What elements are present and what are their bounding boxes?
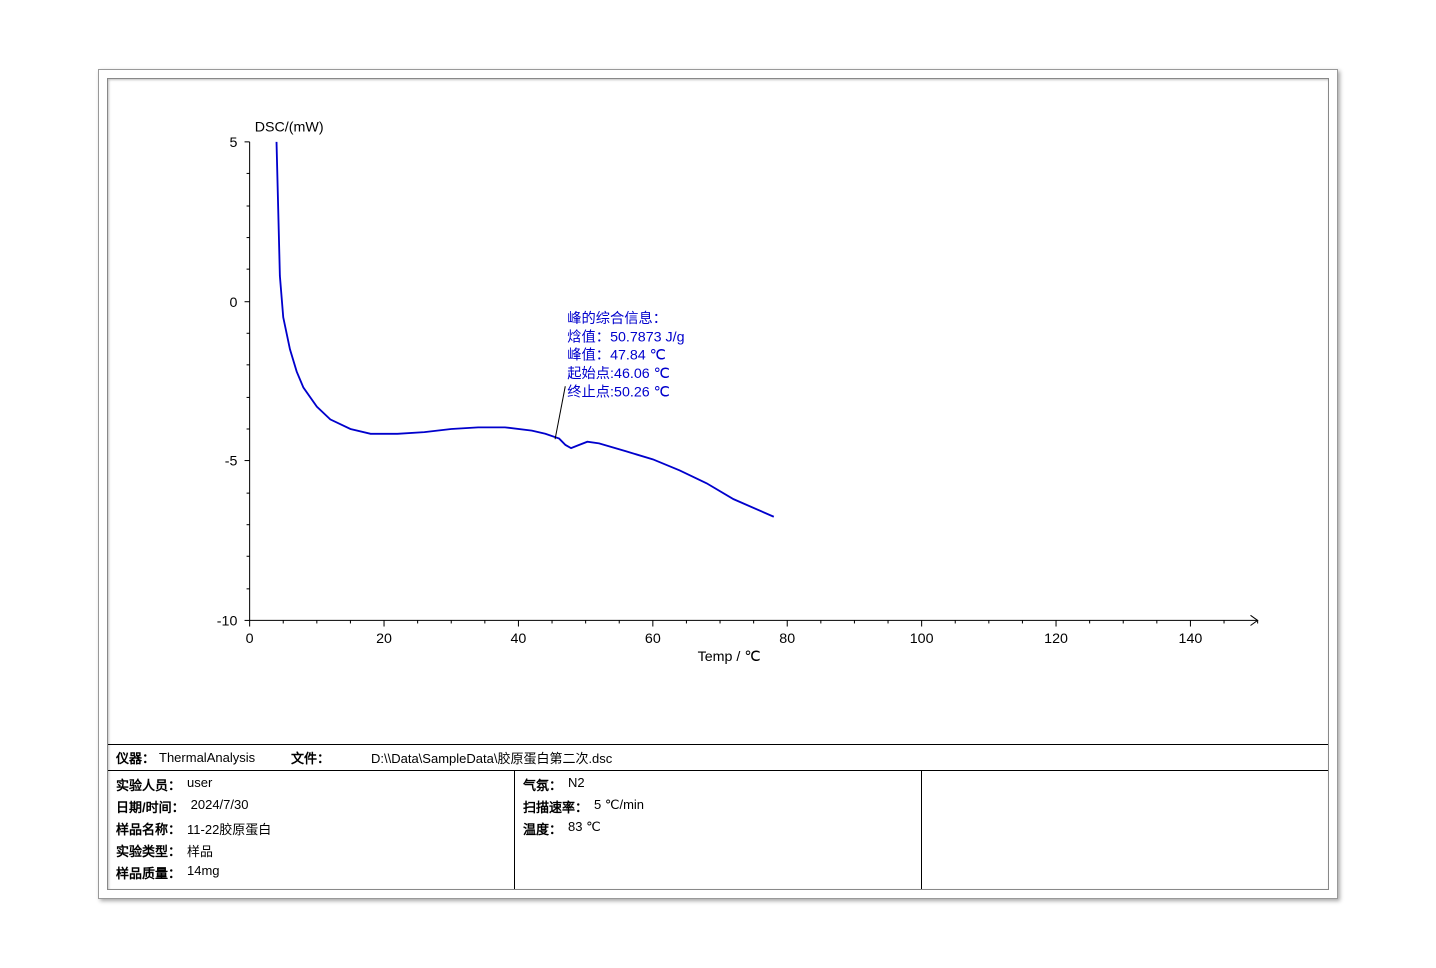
details-col-2: 气氛： N2 扫描速率： 5 ℃/min 温度： 83 ℃ (515, 771, 922, 889)
temperature-label: 温度： (523, 819, 562, 838)
details-col-1: 实验人员： user 日期/时间： 2024/7/30 样品名称： 11-22胶原蛋白… (108, 771, 515, 889)
ytick-m5: -5 (225, 454, 238, 470)
info-table: 仪器： ThermalAnalysis 文件： D:\\Data\SampleD… (108, 744, 1328, 889)
details-col-3 (922, 771, 1328, 889)
atmosphere-value: N2 (568, 775, 585, 794)
dsc-chart-svg: -10 -5 0 5 (158, 89, 1278, 714)
svg-text:焓值：50.7873 J/g: 焓值：50.7873 J/g (567, 328, 684, 345)
sample-name-value: 11-22胶原蛋白 (187, 819, 271, 838)
peak-value: 47.84 ℃ (610, 348, 666, 364)
sample-mass-value: 14mg (187, 863, 220, 882)
scan-rate-value: 5 ℃/min (594, 797, 644, 816)
scan-rate-label: 扫描速率： (523, 797, 588, 816)
onset-value: 46.06 ℃ (614, 366, 670, 382)
svg-text:80: 80 (779, 631, 795, 647)
header-row: 仪器： ThermalAnalysis 文件： D:\\Data\SampleD… (108, 745, 1328, 771)
svg-text:起始点:46.06 ℃: 起始点:46.06 ℃ (567, 365, 669, 382)
svg-text:120: 120 (1044, 631, 1068, 647)
dsc-curve (277, 142, 774, 517)
onset-label: 起始点: (567, 365, 614, 382)
operator-label: 实验人员： (116, 775, 181, 794)
svg-text:峰的综合信息：: 峰的综合信息： (567, 310, 667, 327)
svg-text:140: 140 (1179, 631, 1203, 647)
peak-callout-line (555, 386, 565, 439)
ytick-m10: -10 (217, 614, 238, 630)
instrument-value: ThermalAnalysis (159, 750, 255, 765)
file-label: 文件： (291, 748, 330, 767)
peak-title: 峰的综合信息： (567, 310, 667, 327)
ytick-5: 5 (229, 135, 237, 151)
svg-text:0: 0 (246, 631, 254, 647)
svg-text:100: 100 (910, 631, 934, 647)
temperature-value: 83 ℃ (568, 819, 601, 838)
svg-text:40: 40 (511, 631, 527, 647)
outer-frame: -10 -5 0 5 (98, 69, 1338, 899)
instrument-label: 仪器： (116, 748, 155, 767)
x-ticks: 0 20 40 60 80 100 120 140 (246, 620, 1258, 646)
svg-text:60: 60 (645, 631, 661, 647)
date-label: 日期/时间： (116, 797, 185, 816)
svg-text:峰值：47.84 ℃: 峰值：47.84 ℃ (567, 347, 665, 364)
exp-type-value: 样品 (187, 841, 213, 860)
chart-area: -10 -5 0 5 (108, 79, 1328, 744)
date-value: 2024/7/30 (191, 797, 249, 816)
svg-text:20: 20 (376, 631, 392, 647)
endset-value: 50.26 ℃ (614, 384, 670, 400)
enthalpy-label: 焓值： (567, 328, 610, 345)
peak-annotation: 峰的综合信息： 焓值：50.7873 J/g 峰值：47.84 ℃ 起始点:46… (567, 310, 684, 400)
details-row: 实验人员： user 日期/时间： 2024/7/30 样品名称： 11-22胶原蛋白… (108, 771, 1328, 889)
svg-text:终止点:50.26 ℃: 终止点:50.26 ℃ (567, 383, 669, 400)
x-axis-label: Temp / ℃ (698, 649, 761, 665)
axes (250, 142, 1258, 626)
ytick-0: 0 (229, 295, 237, 311)
inner-frame: -10 -5 0 5 (107, 78, 1329, 890)
file-value: D:\\Data\SampleData\胶原蛋白第二次.dsc (371, 748, 612, 767)
atmosphere-label: 气氛： (523, 775, 562, 794)
enthalpy-value: 50.7873 J/g (610, 329, 684, 345)
y-axis-label: DSC/(mW) (255, 120, 324, 136)
sample-name-label: 样品名称： (116, 819, 181, 838)
endset-label: 终止点: (567, 383, 614, 400)
peak-label: 峰值： (567, 347, 610, 364)
exp-type-label: 实验类型： (116, 841, 181, 860)
sample-mass-label: 样品质量： (116, 863, 181, 882)
operator-value: user (187, 775, 212, 794)
y-ticks: -10 -5 0 5 (217, 135, 250, 630)
